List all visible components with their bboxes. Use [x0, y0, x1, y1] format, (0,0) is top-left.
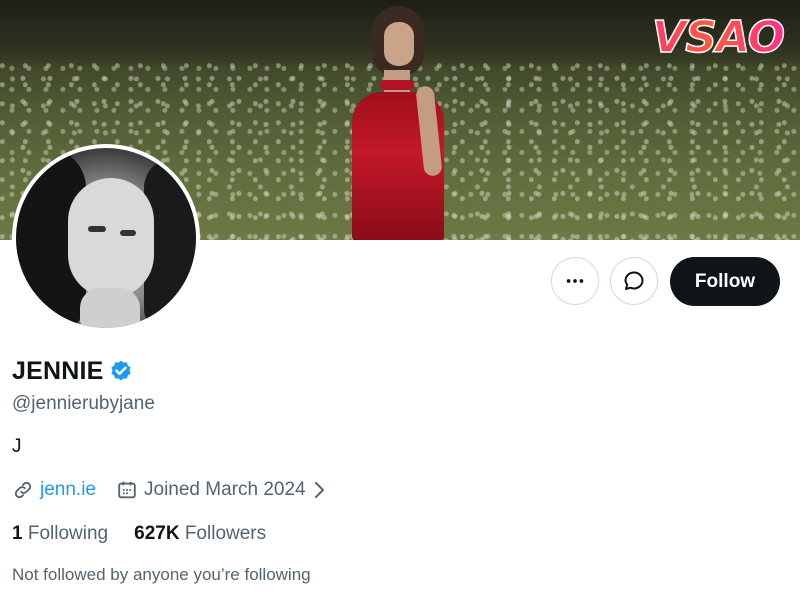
watermark-logo: VSAO [651, 11, 785, 64]
following-stat[interactable]: 1 Following [12, 523, 108, 545]
profile-stats-row: 1 Following 627K Followers [12, 523, 292, 545]
profile-name-row: JENNIE [12, 357, 134, 386]
avatar-hand [80, 288, 140, 328]
joined-item[interactable]: Joined March 2024 [116, 479, 334, 501]
message-bubble-icon [624, 271, 644, 290]
profile-handle: @jennierubyjane [12, 393, 155, 414]
chevron-right-icon [314, 482, 324, 498]
calendar-icon [118, 481, 136, 499]
profile-avatar[interactable] [12, 144, 200, 332]
verified-badge-icon[interactable] [108, 359, 134, 385]
message-button[interactable] [610, 257, 658, 305]
followers-stat[interactable]: 627K Followers [134, 523, 266, 545]
avatar-face [68, 178, 154, 298]
more-horizontal-icon [566, 279, 584, 283]
joined-date: Joined March 2024 [144, 479, 306, 500]
following-count: 1 [12, 523, 28, 544]
banner-figure-choker [380, 80, 414, 90]
banner-figure [348, 0, 458, 240]
profile-meta-row: jenn.ie Joined March 2024 [12, 479, 334, 501]
website-link[interactable]: jenn.ie [40, 479, 96, 501]
following-label: Following [27, 523, 109, 544]
follow-button[interactable]: Follow [670, 257, 780, 306]
link-icon [14, 481, 32, 499]
mutual-followers-note: Not followed by anyone you’re following [12, 565, 311, 584]
avatar-eye-left [88, 226, 106, 232]
avatar-photo [16, 148, 196, 328]
more-options-button[interactable] [551, 257, 599, 305]
banner-figure-face [384, 22, 414, 66]
followers-label: Followers [184, 523, 267, 544]
avatar-eye-right [120, 230, 136, 236]
display-name: JENNIE [12, 357, 104, 385]
website-item[interactable]: jenn.ie [12, 479, 96, 501]
profile-bio: J [12, 436, 22, 457]
followers-count: 627K [134, 523, 185, 544]
